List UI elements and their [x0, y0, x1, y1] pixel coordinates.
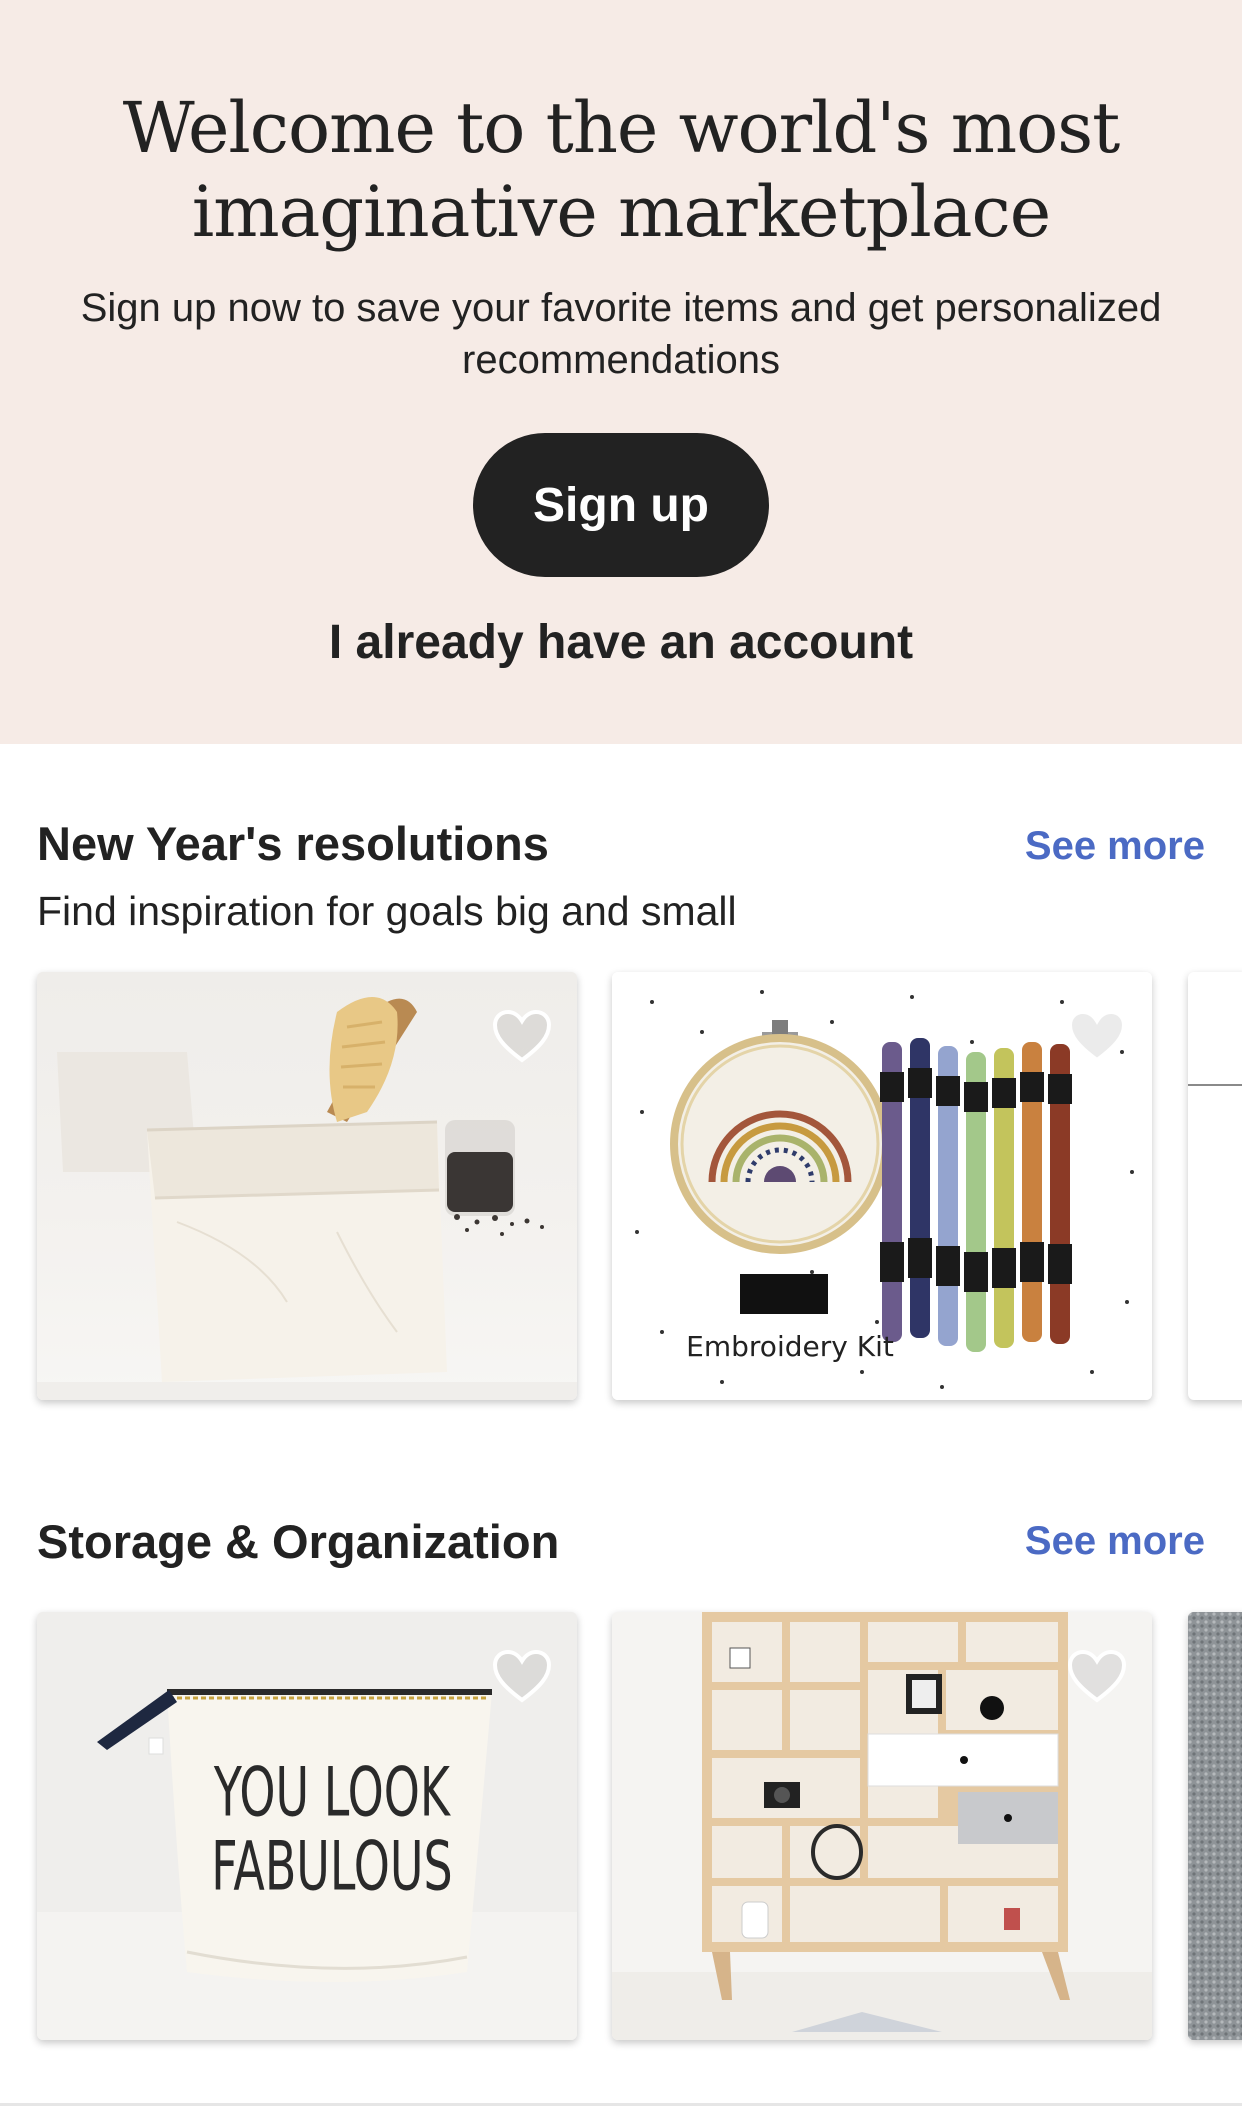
textile-texture-image: [1188, 1612, 1242, 2040]
section-title-new-years-resolutions: New Year's resolutions: [37, 817, 549, 870]
welcome-title-line-1: Welcome to the world's most: [122, 87, 1121, 169]
see-more-new-years-link[interactable]: See more: [1025, 824, 1205, 869]
favorite-heart-icon[interactable]: [1066, 1648, 1128, 1704]
listing-card-partial-textile[interactable]: [1188, 1612, 1242, 2040]
favorite-heart-icon[interactable]: [491, 1008, 553, 1064]
welcome-subtitle: Sign up now to save your favorite items …: [80, 286, 1162, 382]
listing-card-canvas-pouch[interactable]: YOU LOOK FABULOUS: [37, 1612, 577, 2040]
favorite-heart-icon[interactable]: [1066, 1008, 1128, 1064]
welcome-title-line-2: imaginative marketplace: [191, 171, 1051, 253]
section-description: Find inspiration for goals big and small: [37, 888, 737, 934]
listing-card-wooden-shelf[interactable]: [612, 1612, 1152, 2040]
listing-card-partial[interactable]: [1188, 972, 1242, 1400]
welcome-banner: Welcome to the world's most imaginative …: [0, 0, 1242, 744]
embroidery-kit-caption: Embroidery Kit: [686, 1330, 894, 1363]
section-title-storage-organization: Storage & Organization: [37, 1515, 560, 1568]
favorite-heart-icon[interactable]: [491, 1648, 553, 1704]
welcome-title: Welcome to the world's most imaginative …: [0, 86, 1242, 254]
listing-card-storage-basket[interactable]: [37, 972, 577, 1400]
sign-up-button[interactable]: Sign up: [473, 433, 769, 577]
already-have-account-link[interactable]: I already have an account: [0, 615, 1242, 670]
partial-card-detail: [1188, 1084, 1242, 1086]
see-more-storage-link[interactable]: See more: [1025, 1519, 1205, 1564]
pouch-text-line-2: FABULOUS: [211, 1826, 452, 1906]
pouch-text-line-1: YOU LOOK: [213, 1753, 452, 1833]
listing-card-embroidery-kit[interactable]: Embroidery Kit: [612, 972, 1152, 1400]
